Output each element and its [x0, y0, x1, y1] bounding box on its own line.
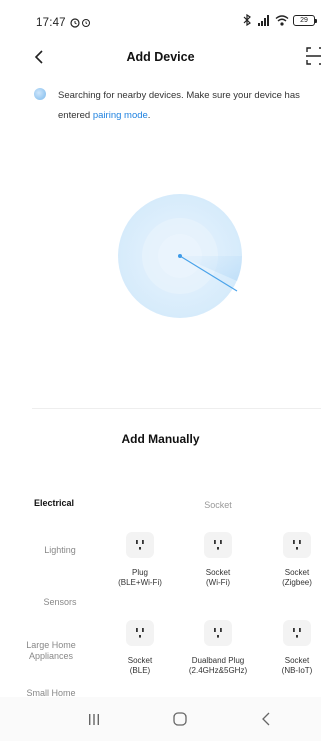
radar-center-dot [178, 254, 182, 258]
recent-apps-icon [89, 714, 99, 725]
scan-button[interactable] [305, 46, 321, 68]
alarm-icon [70, 18, 90, 28]
device-socket-wifi[interactable]: Socket (Wi-Fi) [178, 532, 258, 588]
socket-icon [283, 620, 311, 646]
recent-apps-button[interactable] [82, 709, 106, 729]
battery-icon: 29 [293, 14, 317, 26]
back-nav-button[interactable] [254, 709, 278, 729]
device-name: Socket (Wi-Fi) [205, 568, 231, 587]
device-socket-ble[interactable]: Socket (BLE) [100, 620, 180, 676]
section-title: Socket [204, 500, 232, 510]
radar-scan-animation [118, 194, 242, 318]
back-nav-icon [262, 712, 270, 726]
socket-icon [204, 620, 232, 646]
wifi-icon [275, 15, 289, 26]
device-socket-nb-iot[interactable]: Socket (NB-IoT) [257, 620, 321, 676]
device-name: Socket (Zigbee) [282, 568, 312, 587]
socket-icon [204, 532, 232, 558]
category-item-large-home-appliances[interactable]: Large Home Appliances [20, 640, 82, 662]
loading-spinner-icon [34, 88, 46, 100]
status-icons: 29 [241, 14, 317, 26]
device-name: Plug (BLE+Wi-Fi) [118, 568, 162, 587]
page-title: Add Device [126, 50, 195, 64]
category-item-lighting[interactable]: Lighting [24, 545, 96, 556]
socket-icon [283, 532, 311, 558]
search-message-suffix: . [147, 110, 151, 121]
divider [32, 408, 321, 409]
pairing-mode-link[interactable]: pairing mode [93, 110, 148, 121]
home-button[interactable] [168, 709, 192, 729]
socket-icon [126, 620, 154, 646]
device-name: Socket (NB-IoT) [281, 656, 313, 675]
device-plug-ble-wifi[interactable]: Plug (BLE+Wi-Fi) [100, 532, 180, 588]
signal-icon [258, 15, 269, 26]
add-manually-title: Add Manually [121, 432, 200, 446]
socket-icon [126, 532, 154, 558]
status-bar: 17:47 29 [0, 0, 321, 40]
search-message: Searching for nearby devices. Make sure … [58, 86, 316, 126]
nav-bar: Add Device [0, 44, 321, 72]
category-item-sensors[interactable]: Sensors [24, 597, 96, 608]
system-navigation-bar [0, 697, 321, 741]
bluetooth-icon [243, 14, 251, 26]
device-socket-zigbee[interactable]: Socket (Zigbee) [257, 532, 321, 588]
device-name: Dualband Plug (2.4GHz&5GHz) [188, 656, 248, 675]
home-icon [173, 712, 187, 726]
scan-icon [306, 47, 321, 65]
device-dualband-plug[interactable]: Dualband Plug (2.4GHz&5GHz) [178, 620, 258, 676]
category-item-electrical[interactable]: Electrical [34, 498, 106, 509]
status-time: 17:47 [36, 17, 66, 29]
device-name: Socket (BLE) [127, 656, 153, 675]
battery-level: 29 [300, 16, 308, 24]
